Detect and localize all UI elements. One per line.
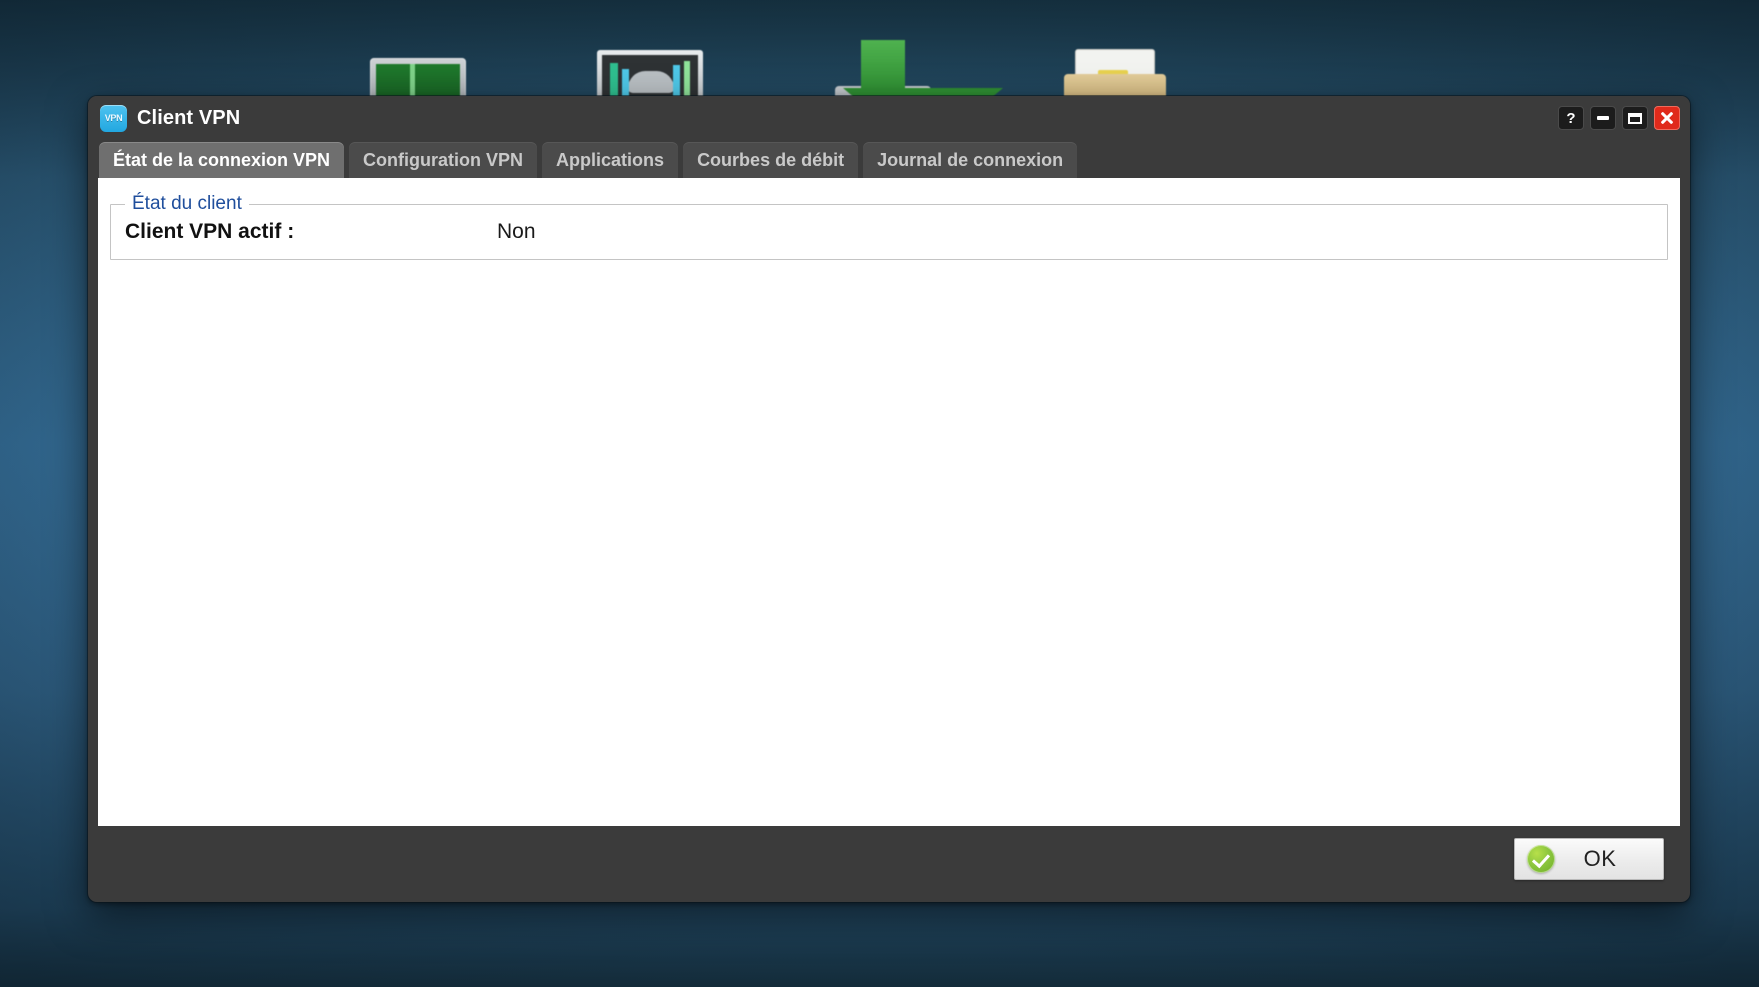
ok-button[interactable]: OK [1514, 838, 1664, 880]
tab-label: Configuration VPN [363, 149, 524, 170]
green-check-icon [1527, 845, 1555, 873]
window-title: Client VPN [137, 106, 241, 129]
close-icon [1660, 111, 1674, 125]
tab-label: Courbes de débit [697, 149, 845, 170]
tab-label: Journal de connexion [877, 149, 1064, 170]
ok-button-label: OK [1583, 846, 1617, 871]
tab-label: Applications [556, 149, 665, 170]
window-titlebar: VPN Client VPN ? [88, 96, 1690, 140]
download-arrow-icon[interactable] [827, 22, 1003, 122]
vpn-app-icon: VPN [100, 104, 127, 132]
vpn-app-icon-label: VPN [104, 113, 123, 123]
window-footer: OK [88, 826, 1690, 892]
maximize-button[interactable] [1622, 106, 1648, 130]
tab-configuration-vpn[interactable]: Configuration VPN [349, 142, 538, 178]
monitor-green-icon[interactable] [362, 22, 474, 118]
vpn-client-window: VPN Client VPN ? État de la connexion VP… [88, 96, 1690, 902]
tab-applications[interactable]: Applications [542, 142, 679, 178]
close-button[interactable] [1654, 106, 1680, 130]
status-row: Client VPN actif : Non [125, 220, 1653, 244]
maximize-icon [1628, 112, 1642, 124]
tab-etat-connexion-vpn[interactable]: État de la connexion VPN [99, 142, 345, 178]
desktop-icon-row [0, 0, 1759, 122]
question-mark-icon: ? [1566, 109, 1576, 127]
tab-label: État de la connexion VPN [113, 149, 331, 170]
tv-testpattern-icon[interactable] [593, 22, 705, 120]
window-controls: ? [1558, 106, 1680, 130]
client-status-groupbox: État du client Client VPN actif : Non [110, 193, 1668, 260]
help-button[interactable]: ? [1558, 106, 1584, 130]
client-vpn-actif-value: Non [497, 220, 536, 243]
minimize-icon [1597, 116, 1609, 120]
folder-icon[interactable] [1058, 22, 1170, 122]
groupbox-legend: État du client [125, 193, 249, 215]
tab-bar: État de la connexion VPN Configuration V… [88, 140, 1690, 178]
tab-courbes-de-debit[interactable]: Courbes de débit [683, 142, 859, 178]
tab-journal-de-connexion[interactable]: Journal de connexion [863, 142, 1078, 178]
minimize-button[interactable] [1590, 106, 1616, 130]
client-vpn-actif-label: Client VPN actif : [125, 220, 295, 243]
tab-panel-etat-connexion-vpn: État du client Client VPN actif : Non [98, 178, 1680, 826]
